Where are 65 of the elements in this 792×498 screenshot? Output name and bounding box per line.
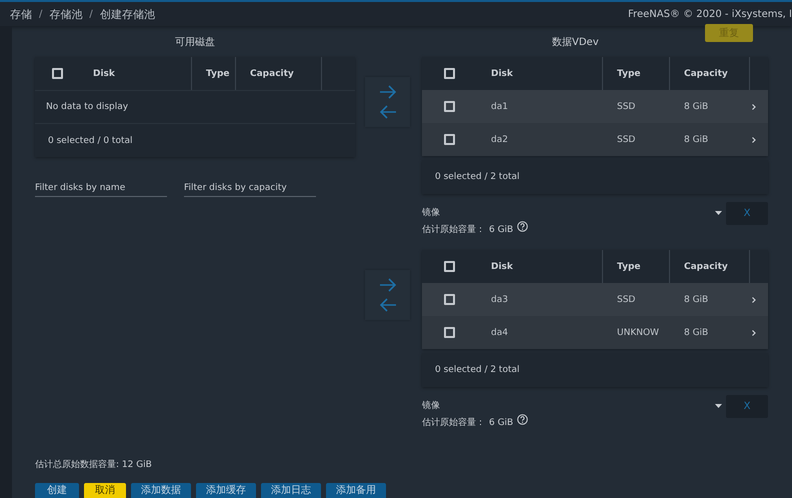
- chevron-right-icon[interactable]: [752, 296, 756, 302]
- select-all-checkbox[interactable]: [444, 68, 455, 79]
- breadcrumb-link[interactable]: 存储: [10, 6, 32, 22]
- breadcrumb-link[interactable]: 创建存储池: [100, 6, 155, 22]
- right-arrow-icon[interactable]: [378, 85, 396, 99]
- action-button[interactable]: 添加日志: [261, 483, 321, 498]
- row-checkbox[interactable]: [444, 101, 455, 112]
- help-icon[interactable]: [517, 414, 528, 425]
- row-checkbox[interactable]: [444, 327, 455, 338]
- capacity-value: 6 GiB: [489, 418, 514, 428]
- dropdown-caret-icon[interactable]: [715, 404, 722, 408]
- disk-capacity: 8 GiB: [683, 134, 710, 144]
- disk-type: SSD: [616, 102, 636, 112]
- disk-name: da1: [490, 102, 509, 112]
- column-header[interactable]: Type: [192, 57, 236, 90]
- filter-field[interactable]: Filter disks by name: [35, 180, 167, 197]
- empty-message: No data to display: [46, 102, 128, 112]
- total-capacity-text: 估计总原始数据容量: 12 GiB: [35, 458, 153, 471]
- left-arrow-icon[interactable]: [378, 105, 396, 119]
- capacity-label: 估计原始容量：: [422, 416, 485, 429]
- disk-name: da3: [490, 294, 509, 304]
- disk-type: UNKNOW: [616, 328, 660, 338]
- action-button[interactable]: 添加缓存: [196, 483, 256, 498]
- breadcrumb-link[interactable]: 存储池: [49, 6, 82, 22]
- disk-type: SSD: [616, 134, 636, 144]
- chevron-right-icon[interactable]: [752, 330, 756, 336]
- action-button[interactable]: 创建: [35, 483, 79, 498]
- column-header[interactable]: Disk: [79, 57, 192, 90]
- row-checkbox[interactable]: [444, 294, 455, 305]
- disk-capacity: 8 GiB: [683, 328, 710, 338]
- left-arrow-icon[interactable]: [378, 298, 396, 312]
- disk-name: da4: [490, 328, 509, 338]
- disk-capacity: 8 GiB: [683, 294, 710, 304]
- copyright-text: FreeNAS® © 2020 - iXsystems, I: [628, 8, 792, 20]
- selection-count: 0 selected / 2 total: [435, 365, 520, 375]
- selection-count: 0 selected / 2 total: [435, 172, 520, 182]
- section-title: 可用磁盘: [174, 36, 216, 50]
- chevron-right-icon[interactable]: [752, 136, 756, 142]
- disk-row[interactable]: da1 SSD 8 GiB: [422, 90, 768, 123]
- disk-capacity: 8 GiB: [683, 102, 710, 112]
- filter-field[interactable]: Filter disks by capacity: [184, 180, 316, 197]
- help-icon[interactable]: [517, 221, 528, 232]
- column-header[interactable]: Capacity: [236, 57, 322, 90]
- action-button[interactable]: 添加数据: [131, 483, 191, 498]
- right-arrow-icon[interactable]: [378, 278, 396, 292]
- capacity-value: 6 GiB: [489, 224, 514, 234]
- vdev-layout-select[interactable]: 镜像: [422, 399, 440, 412]
- disk-row[interactable]: da3 SSD 8 GiB: [422, 283, 768, 316]
- capacity-label: 估计原始容量：: [422, 224, 485, 236]
- action-button[interactable]: 取消: [84, 483, 126, 498]
- section-title: 数据VDev: [552, 36, 599, 48]
- action-button[interactable]: 添加备用: [326, 483, 386, 498]
- disk-row[interactable]: da2 SSD 8 GiB: [422, 123, 768, 156]
- breadcrumb-separator: /: [39, 8, 42, 20]
- breadcrumb-separator: /: [89, 8, 93, 20]
- disk-name: da2: [490, 134, 509, 144]
- row-checkbox[interactable]: [444, 134, 455, 145]
- chevron-right-icon[interactable]: [752, 104, 756, 110]
- disk-type: SSD: [616, 294, 636, 304]
- disk-row[interactable]: da4 UNKNOW 8 GiB: [422, 316, 768, 349]
- dropdown-caret-icon[interactable]: [715, 210, 722, 214]
- select-all-checkbox[interactable]: [52, 68, 62, 79]
- vdev-layout-select[interactable]: 镜像: [422, 206, 440, 219]
- selection-count: 0 selected / 0 total: [48, 136, 132, 146]
- select-all-checkbox[interactable]: [444, 261, 455, 272]
